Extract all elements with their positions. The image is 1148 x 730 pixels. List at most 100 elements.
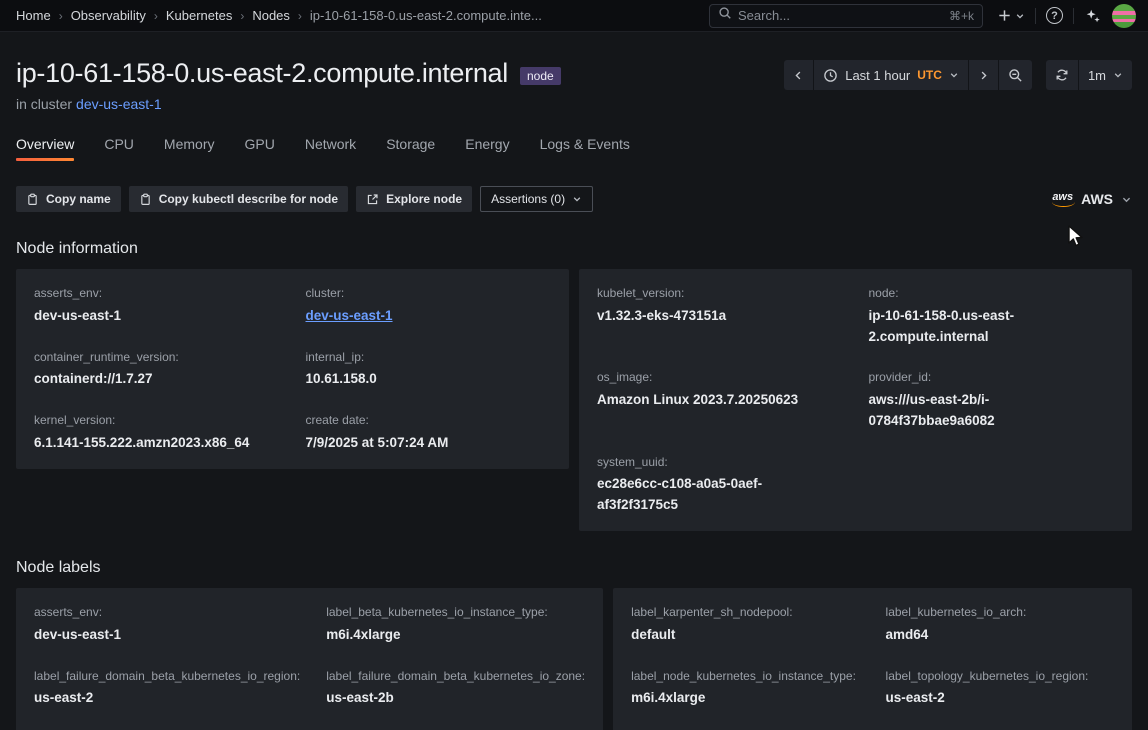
breadcrumb-separator-icon: › [298,9,302,23]
tab-storage[interactable]: Storage [386,136,435,161]
info-field: label_node_kubernetes_io_instance_type: … [631,667,859,710]
time-range-picker[interactable]: Last 1 hour UTC [814,60,968,90]
info-field: os_image: Amazon Linux 2023.7.20250623 [597,368,843,431]
field-value: ec28e6cc-c108-a0a5-0aef-af3f2f3175c5 [597,474,843,516]
copy-kubectl-label: Copy kubectl describe for node [159,192,338,206]
field-value: 6.1.141-155.222.amzn2023.x86_64 [34,433,280,454]
field-value: aws:///us-east-2b/i-0784f37bbae9a6082 [869,390,1115,432]
breadcrumb: Home›Observability›Kubernetes›Nodes›ip-1… [16,8,542,23]
field-value: 10.61.158.0 [306,369,552,390]
cluster-subtitle: in clusterdev-us-east-1 [16,96,561,112]
field-label: label_failure_domain_beta_kubernetes_io_… [34,667,300,686]
field-value: us-east-2b [326,688,585,709]
info-field: asserts_env: dev-us-east-1 [34,603,300,646]
field-label: node: [869,284,1115,303]
info-card: asserts_env: dev-us-east-1 cluster: dev-… [16,269,569,469]
explore-node-button[interactable]: Explore node [356,186,472,212]
refresh-interval-label: 1m [1088,68,1106,83]
info-card: asserts_env: dev-us-east-1 label_beta_ku… [16,588,603,730]
refresh-icon [1055,68,1069,82]
time-shift-forward-button[interactable] [969,60,998,90]
field-label: cluster: [306,284,552,303]
add-new-button[interactable] [997,8,1025,23]
clipboard-icon [139,193,152,206]
copy-kubectl-describe-button[interactable]: Copy kubectl describe for node [129,186,348,212]
cluster-link[interactable]: dev-us-east-1 [76,96,162,112]
time-shift-back-button[interactable] [784,60,813,90]
refresh-interval-picker[interactable]: 1m [1079,60,1132,90]
timezone-label: UTC [917,68,942,82]
toolbar: Copy name Copy kubectl describe for node… [16,186,1132,212]
cloud-provider-dropdown[interactable]: aws AWS [1052,191,1132,207]
search-input[interactable] [738,8,943,23]
angle-right-icon [978,70,989,81]
field-label: label_topology_kubernetes_io_region: [886,667,1114,686]
breadcrumb-item[interactable]: Kubernetes [166,8,233,23]
tab-logs-events[interactable]: Logs & Events [540,136,630,161]
breadcrumb-item[interactable]: Home [16,8,51,23]
tab-energy[interactable]: Energy [465,136,509,161]
field-value: m6i.4xlarge [326,625,585,646]
help-icon: ? [1046,7,1063,24]
field-value: 7/9/2025 at 5:07:24 AM [306,433,552,454]
clipboard-icon [26,193,39,206]
info-field: kubelet_version: v1.32.3-eks-473151a [597,284,843,347]
field-value: v1.32.3-eks-473151a [597,306,843,327]
search-box[interactable]: ⌘+k [709,4,983,28]
chevron-down-icon [572,194,582,204]
section: Node information asserts_env: dev-us-eas… [16,240,1132,531]
field-label: os_image: [597,368,843,387]
aws-logo-icon: aws [1052,192,1073,207]
chevron-down-icon [1121,194,1132,205]
refresh-group: 1m [1046,60,1132,90]
info-card: kubelet_version: v1.32.3-eks-473151a nod… [579,269,1132,531]
refresh-button[interactable] [1046,60,1078,90]
info-card: label_karpenter_sh_nodepool: default lab… [613,588,1132,730]
field-value: m6i.4xlarge [631,688,859,709]
tab-cpu[interactable]: CPU [104,136,134,161]
field-label: container_runtime_version: [34,348,280,367]
field-label: provider_id: [869,368,1115,387]
field-label: system_uuid: [597,453,843,472]
assertions-dropdown[interactable]: Assertions (0) [480,186,593,212]
assertions-label: Assertions (0) [491,192,565,206]
field-label: label_node_kubernetes_io_instance_type: [631,667,859,686]
user-avatar[interactable] [1112,4,1136,28]
top-nav: Home›Observability›Kubernetes›Nodes›ip-1… [0,0,1148,32]
field-label: asserts_env: [34,603,300,622]
info-field: label_failure_domain_beta_kubernetes_io_… [326,667,585,710]
field-value-link[interactable]: dev-us-east-1 [306,308,393,323]
zoom-out-button[interactable] [999,60,1032,90]
info-field: asserts_env: dev-us-east-1 [34,284,280,327]
zoom-out-icon [1008,68,1023,83]
page-header: ip-10-61-158-0.us-east-2.compute.interna… [0,32,1148,112]
time-controls: Last 1 hour UTC 1m [784,60,1132,90]
ai-sparkles-button[interactable] [1084,7,1102,25]
sparkles-icon [1084,7,1102,25]
section: Node labels asserts_env: dev-us-east-1 l… [16,559,1132,730]
field-value: dev-us-east-1 [34,306,280,327]
angle-left-icon [793,70,804,81]
help-button[interactable]: ? [1046,7,1063,24]
tab-network[interactable]: Network [305,136,356,161]
chevron-down-icon [1015,11,1025,21]
info-field: label_kubernetes_io_arch: amd64 [886,603,1114,646]
breadcrumb-separator-icon: › [240,9,244,23]
subtitle-prefix: in cluster [16,96,72,112]
breadcrumb-item[interactable]: Observability [71,8,146,23]
info-field: kernel_version: 6.1.141-155.222.amzn2023… [34,411,280,454]
tab-gpu[interactable]: GPU [244,136,274,161]
tab-memory[interactable]: Memory [164,136,215,161]
field-value: dev-us-east-1 [306,306,552,327]
info-field: provider_id: aws:///us-east-2b/i-0784f37… [869,368,1115,431]
section-title: Node information [16,240,1132,258]
info-field: system_uuid: ec28e6cc-c108-a0a5-0aef-af3… [597,453,843,516]
tab-overview[interactable]: Overview [16,136,74,161]
field-label: create date: [306,411,552,430]
divider [1073,8,1074,24]
field-label: label_failure_domain_beta_kubernetes_io_… [326,667,585,686]
info-field: internal_ip: 10.61.158.0 [306,348,552,391]
external-link-icon [366,193,379,206]
copy-name-button[interactable]: Copy name [16,186,121,212]
breadcrumb-item[interactable]: Nodes [252,8,290,23]
